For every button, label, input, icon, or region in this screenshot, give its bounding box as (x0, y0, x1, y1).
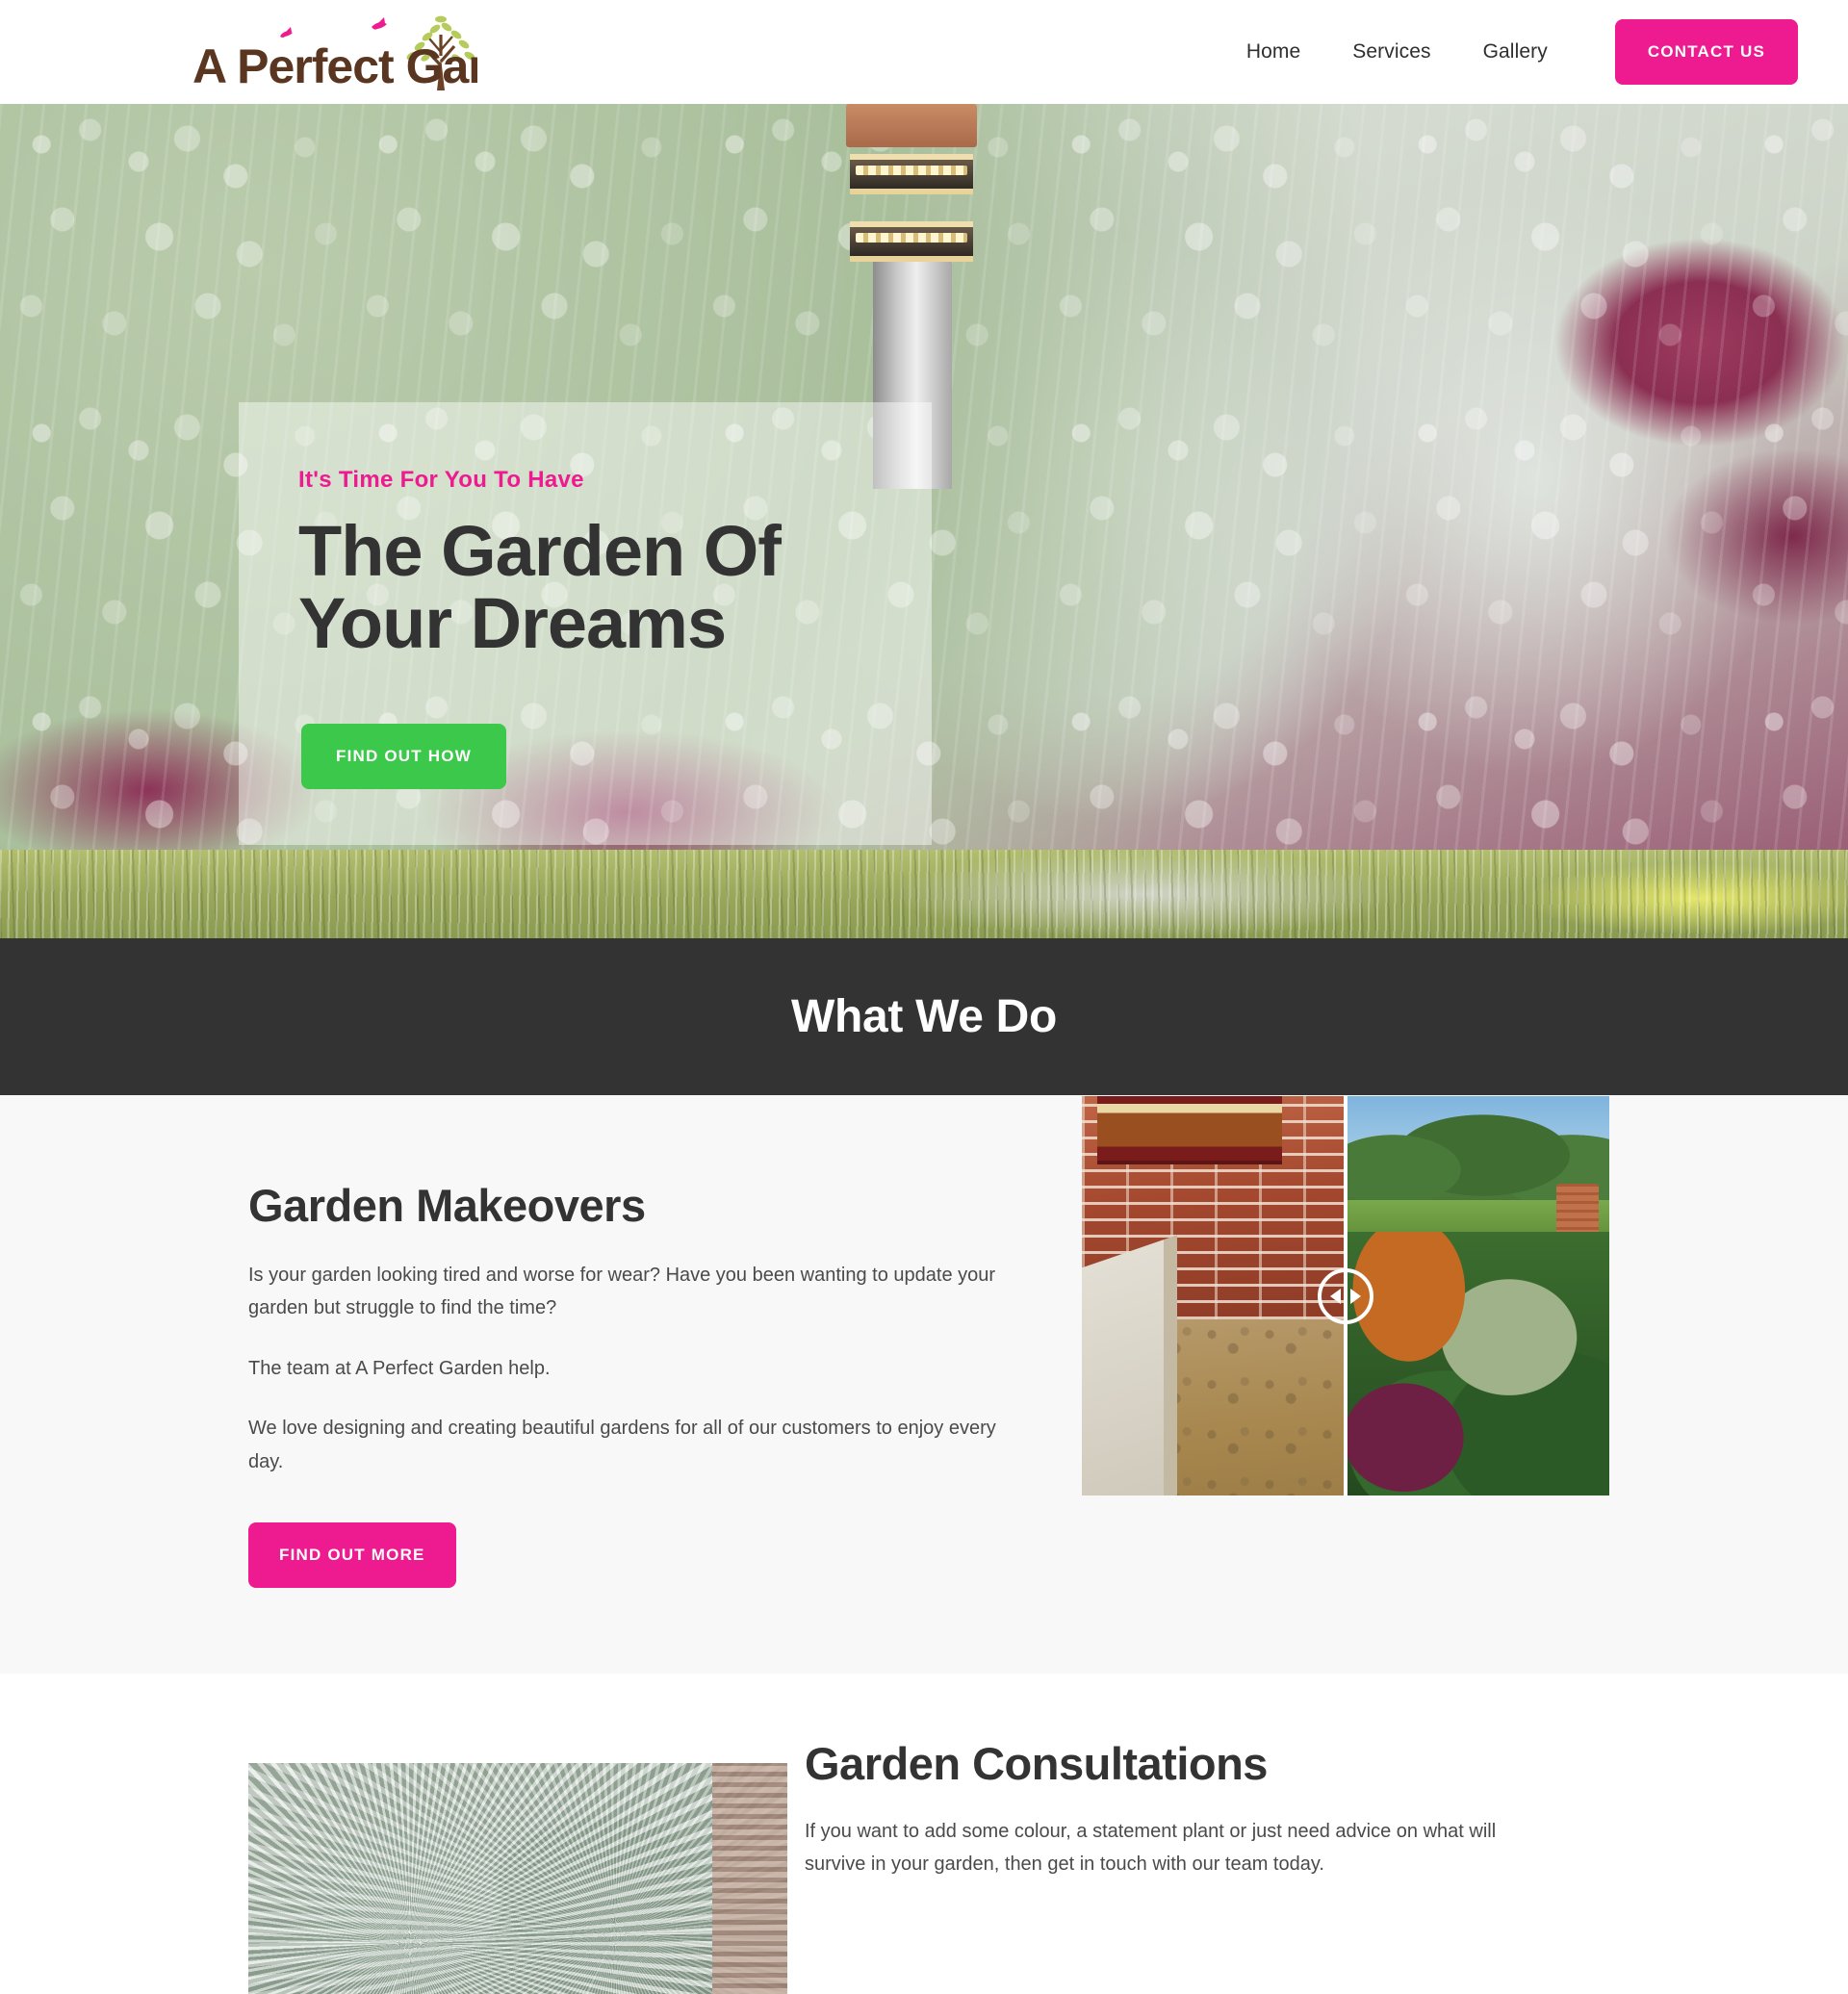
svg-text:A Perfect Garden: A Perfect Garden (192, 39, 477, 93)
logo-artwork: A Perfect Garden (192, 15, 477, 93)
before-image (1082, 1096, 1346, 1496)
garden-makeovers-section: Garden Makeovers Is your garden looking … (0, 1095, 1848, 1674)
garden-makeovers-paragraph-3: We love designing and creating beautiful… (248, 1418, 996, 1472)
what-we-do-title: What We Do (790, 991, 1058, 1042)
after-image (1346, 1096, 1609, 1496)
garden-makeovers-text-column: Garden Makeovers Is your garden looking … (248, 1179, 1018, 1588)
garden-makeovers-paragraph-1: Is your garden looking tired and worse f… (248, 1265, 996, 1319)
find-out-more-button[interactable]: FIND OUT MORE (248, 1521, 456, 1588)
nav-link-gallery[interactable]: Gallery (1457, 40, 1574, 64)
nav-link-services[interactable]: Services (1326, 40, 1456, 64)
hero-title: The Garden Of Your Dreams (298, 515, 914, 660)
before-after-comparison[interactable] (1082, 1096, 1609, 1496)
hero-title-line-1: The Garden Of (298, 511, 782, 591)
nav-link-home[interactable]: Home (1220, 40, 1326, 64)
consultations-image (248, 1763, 787, 1994)
hero-lower-image-strip (0, 850, 1848, 938)
garden-consultations-heading: Garden Consultations (805, 1738, 1268, 1789)
garden-consultations-section: Garden Consultations If you want to add … (0, 1674, 1848, 1994)
garden-makeovers-paragraph-2: The team at A Perfect Garden help. (248, 1357, 551, 1379)
find-out-how-button[interactable]: FIND OUT HOW (301, 724, 506, 789)
site-header: A Perfect Garden Home Services Gallery C… (0, 0, 1848, 104)
hero-section: It's Time For You To Have The Garden Of … (0, 104, 1848, 850)
what-we-do-band: What We Do (0, 938, 1848, 1095)
hero-kicker: It's Time For You To Have (298, 467, 584, 493)
compare-slider-handle[interactable] (1318, 1267, 1373, 1324)
site-logo[interactable]: A Perfect Garden (189, 8, 477, 96)
bird-icon (280, 17, 387, 38)
main-navigation: Home Services Gallery CONTACT US (1220, 19, 1798, 85)
hero-title-line-2: Your Dreams (298, 583, 727, 664)
garden-consultations-paragraph-1: If you want to add some colour, a statem… (805, 1821, 1497, 1876)
garden-consultations-text-column: Garden Consultations If you want to add … (805, 1737, 1498, 1881)
garden-makeovers-heading: Garden Makeovers (248, 1180, 646, 1231)
contact-us-button[interactable]: CONTACT US (1614, 19, 1798, 85)
